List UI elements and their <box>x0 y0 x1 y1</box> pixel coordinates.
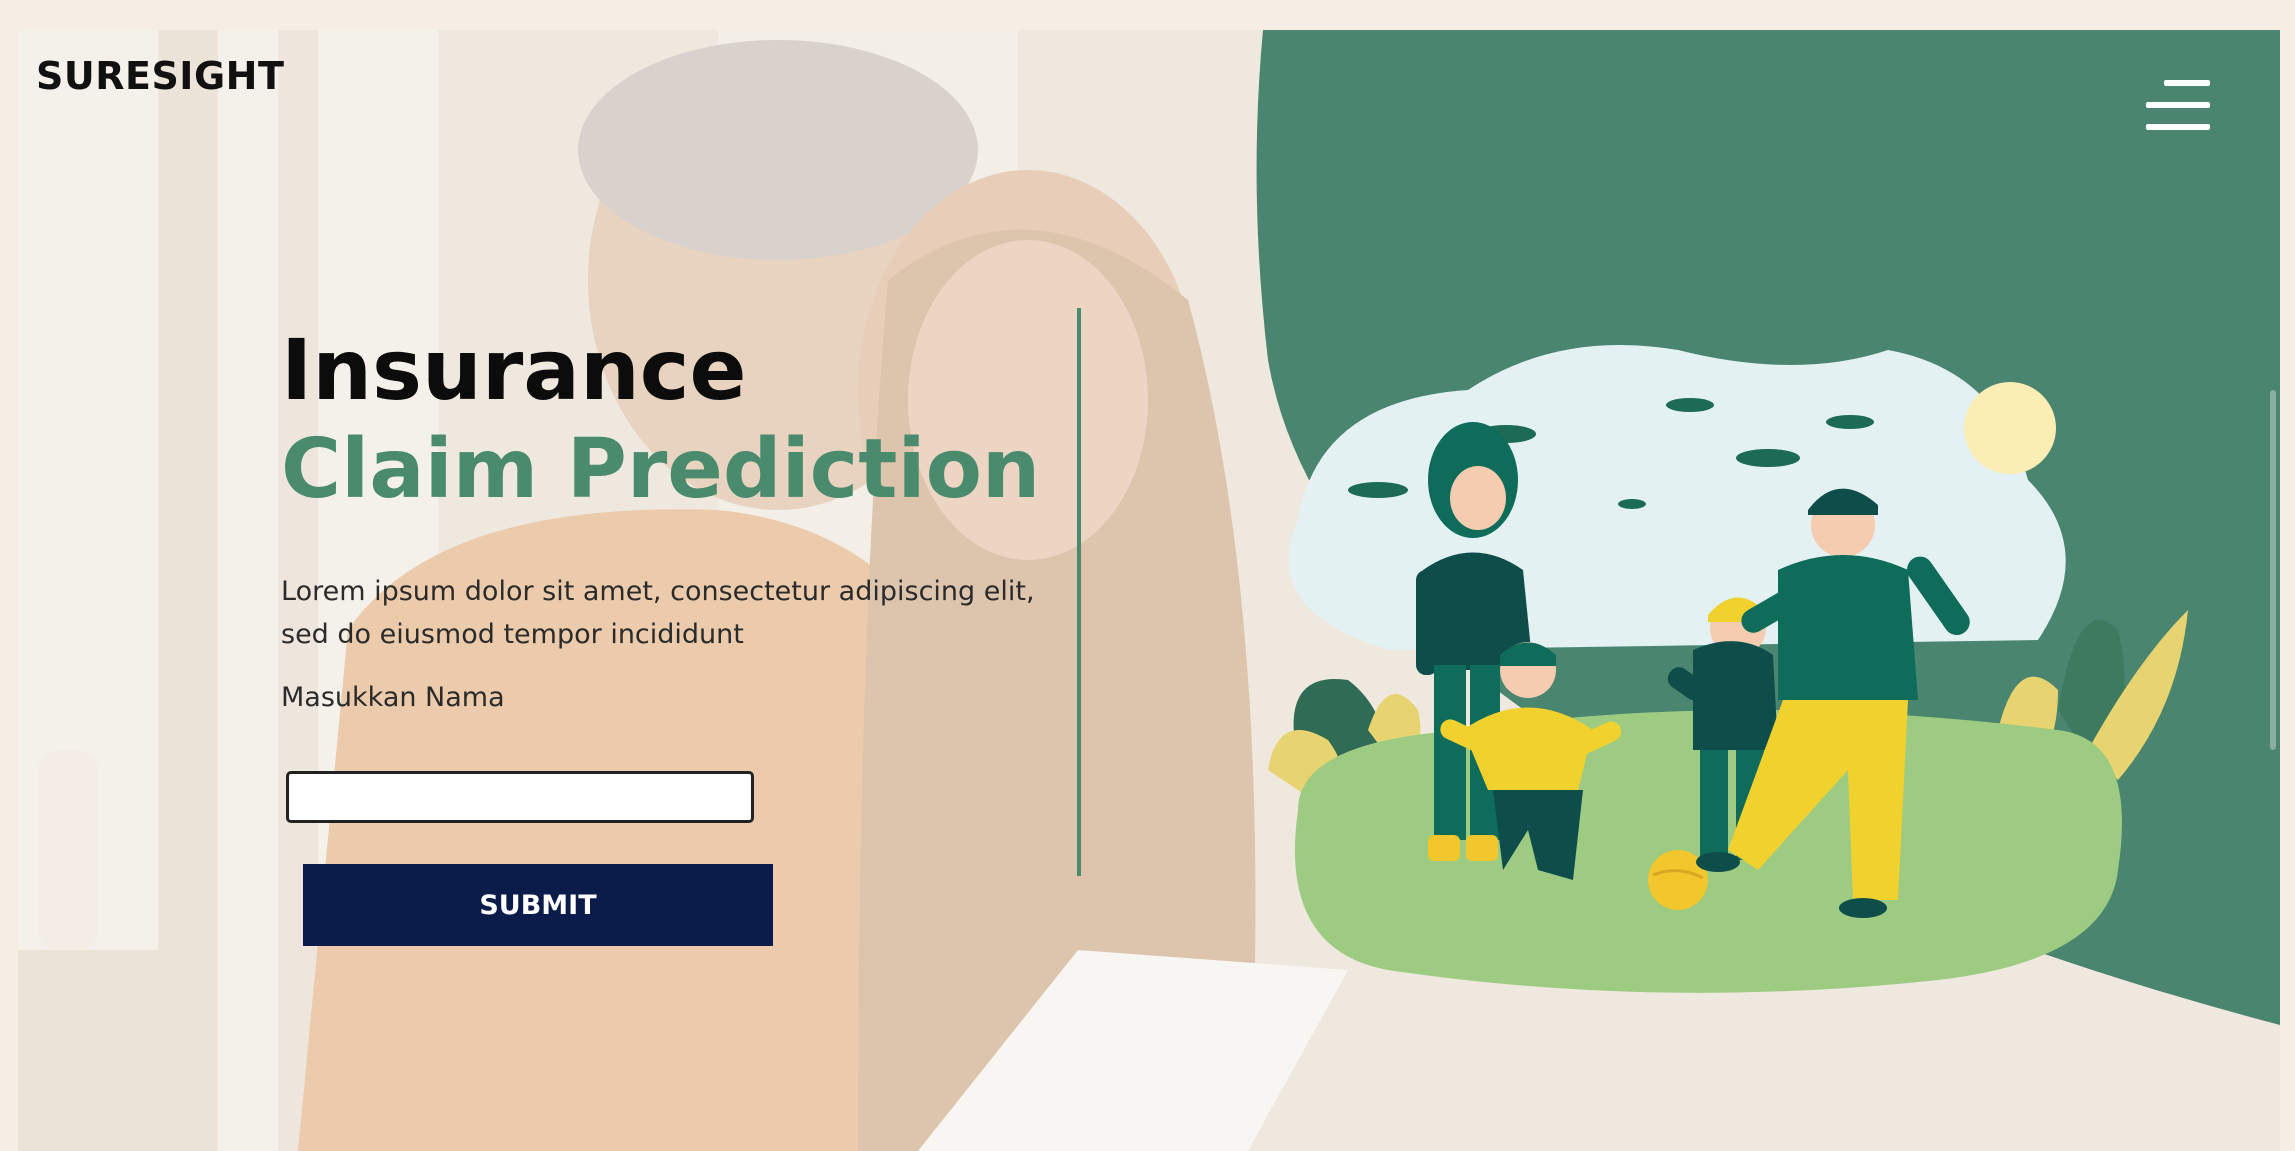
submit-button[interactable]: SUBMIT <box>303 864 773 946</box>
brand-logo[interactable]: SURESIGHT <box>36 54 284 98</box>
menu-line-bottom <box>2146 124 2210 130</box>
page-frame: SURESIGHT Insurance Claim Prediction Lor… <box>18 30 2280 1151</box>
hero-title-line2: Claim Prediction <box>281 422 1041 517</box>
name-field-label: Masukkan Nama <box>281 682 505 713</box>
hero-title-line1: Insurance <box>281 321 747 419</box>
hamburger-menu-icon[interactable] <box>2146 80 2210 132</box>
menu-line-top <box>2164 80 2210 86</box>
name-input[interactable] <box>286 771 754 823</box>
hero-description: Lorem ipsum dolor sit amet, consectetur … <box>281 570 1091 656</box>
family-illustration <box>1238 310 2188 1010</box>
hero-description-line2: sed do eiusmod tempor incididunt <box>281 619 744 650</box>
vertical-divider <box>1077 308 1081 876</box>
menu-line-middle <box>2146 102 2210 108</box>
hero-description-line1: Lorem ipsum dolor sit amet, consectetur … <box>281 576 1035 607</box>
hero-section: Insurance Claim Prediction Lorem ipsum d… <box>281 320 1101 946</box>
scrollbar[interactable] <box>2270 390 2276 750</box>
